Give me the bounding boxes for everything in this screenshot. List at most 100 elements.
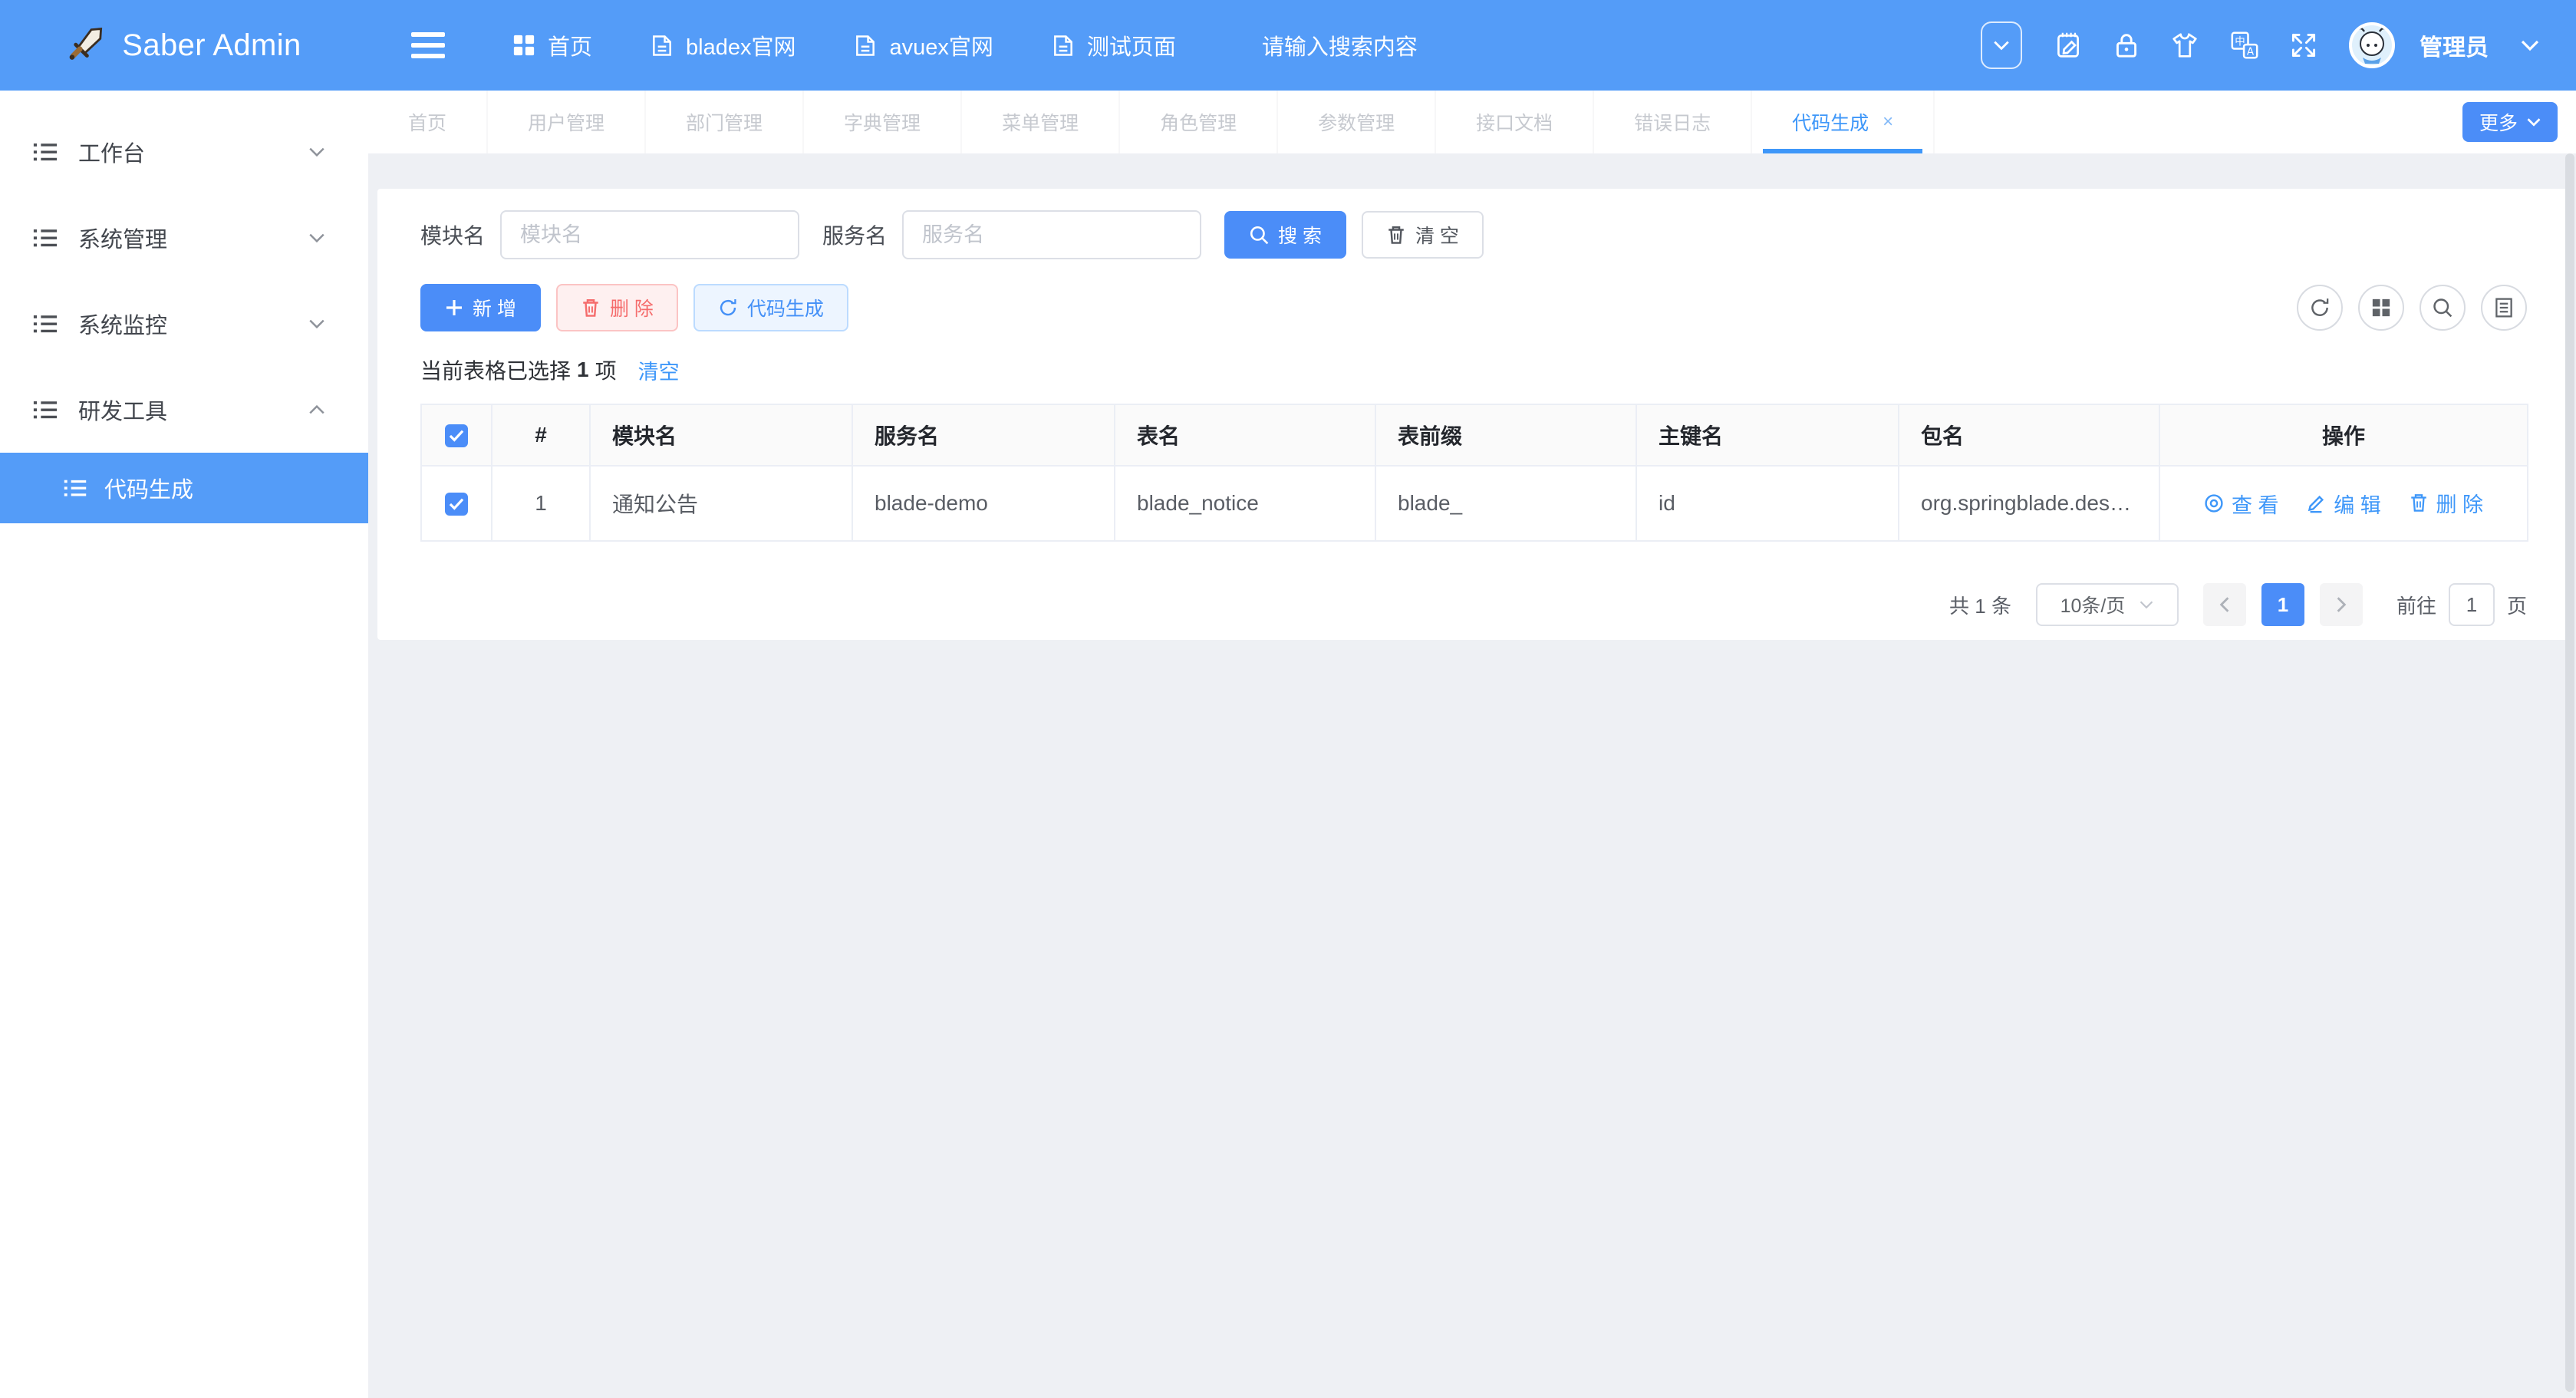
edit-link[interactable]: 编 辑 xyxy=(2306,489,2381,519)
search-button[interactable]: 搜 索 xyxy=(1224,211,1346,259)
column-settings-button[interactable] xyxy=(2358,285,2404,331)
list-icon xyxy=(63,476,87,500)
tabs-more-button[interactable]: 更多 xyxy=(2462,102,2558,142)
chevron-down-icon xyxy=(1993,40,2010,51)
topnav-item-test-page[interactable]: 测试页面 xyxy=(1052,29,1176,61)
topnav-item-bladex-site[interactable]: bladex官网 xyxy=(651,29,796,61)
document-lines-icon xyxy=(2494,297,2514,318)
top-bar-main: 首页 bladex官网 avuex官 xyxy=(368,0,2576,91)
crud-card: 模块名 服务名 搜 索 xyxy=(377,189,2570,640)
top-bar: Saber Admin 首页 xyxy=(0,0,2576,91)
user-avatar[interactable] xyxy=(2349,22,2395,68)
tab-dictionary-management[interactable]: 字典管理 xyxy=(804,91,962,153)
trash-icon xyxy=(2409,492,2429,513)
sword-logo-icon xyxy=(67,25,107,65)
table-toolbar: 新 增 删 除 代码生成 xyxy=(420,284,2527,331)
delete-link[interactable]: 删 除 xyxy=(2409,488,2484,518)
select-all-checkbox[interactable] xyxy=(445,424,468,447)
document-icon xyxy=(1052,33,1075,58)
panel-toggle-button[interactable] xyxy=(1981,21,2022,69)
delete-button[interactable]: 删 除 xyxy=(556,284,678,331)
sidebar: 工作台 系统管理 xyxy=(0,91,368,1398)
module-name-input[interactable] xyxy=(500,210,799,259)
selection-unit: 项 xyxy=(595,354,617,385)
fullscreen-icon[interactable] xyxy=(2291,32,2317,58)
debug-notepad-icon[interactable] xyxy=(2054,31,2082,60)
edit-pencil-icon xyxy=(2306,493,2326,513)
cell-actions: 查 看 编 辑 删 除 xyxy=(2159,466,2528,541)
app-logo[interactable]: Saber Admin xyxy=(0,0,368,91)
sidebar-item-system-monitor[interactable]: 系统监控 xyxy=(0,281,368,367)
row-checkbox[interactable] xyxy=(445,493,468,516)
cell-service: blade-demo xyxy=(852,466,1115,541)
table-header-row: # 模块名 服务名 表名 表前缀 主键名 包名 操作 xyxy=(421,404,2528,466)
cell-index: 1 xyxy=(492,466,590,541)
tab-close-icon[interactable]: × xyxy=(1883,111,1893,133)
tab-api-docs[interactable]: 接口文档 xyxy=(1436,91,1594,153)
column-header-package: 包名 xyxy=(1899,404,2159,466)
refresh-icon xyxy=(2309,297,2331,318)
sidebar-item-system-management[interactable]: 系统管理 xyxy=(0,195,368,281)
tab-department-management[interactable]: 部门管理 xyxy=(646,91,804,153)
tab-param-management[interactable]: 参数管理 xyxy=(1278,91,1436,153)
tab-error-log[interactable]: 错误日志 xyxy=(1594,91,1752,153)
list-icon xyxy=(32,311,58,337)
add-button[interactable]: 新 增 xyxy=(420,284,541,331)
column-header-table: 表名 xyxy=(1115,404,1375,466)
tab-role-management[interactable]: 角色管理 xyxy=(1120,91,1278,153)
selection-count: 1 xyxy=(577,358,589,382)
sidebar-item-label: 研发工具 xyxy=(78,394,167,426)
view-link[interactable]: 查 看 xyxy=(2204,489,2279,519)
cell-module: 通知公告 xyxy=(590,466,852,541)
theme-shirt-icon[interactable] xyxy=(2171,32,2199,58)
search-toggle-button[interactable] xyxy=(2420,285,2466,331)
trash-icon xyxy=(1386,224,1406,246)
code-generate-button[interactable]: 代码生成 xyxy=(693,284,848,331)
tab-menu-management[interactable]: 菜单管理 xyxy=(962,91,1120,153)
sidebar-item-label: 系统管理 xyxy=(78,222,167,254)
clear-button[interactable]: 清 空 xyxy=(1362,211,1484,259)
lock-icon[interactable] xyxy=(2114,31,2139,59)
service-name-input[interactable] xyxy=(902,210,1201,259)
selection-clear-link[interactable]: 清空 xyxy=(638,355,680,385)
cell-table-name: blade_notice xyxy=(1115,466,1375,541)
tab-code-generation[interactable]: 代码生成 × xyxy=(1752,91,1935,153)
goto-page-input[interactable] xyxy=(2449,583,2495,626)
chevron-down-icon xyxy=(308,147,325,157)
list-icon xyxy=(32,225,58,251)
topnav-item-avuex-site[interactable]: avuex官网 xyxy=(854,29,993,61)
menu-collapse-button[interactable] xyxy=(411,32,445,58)
user-name[interactable]: 管理员 xyxy=(2420,28,2489,62)
search-icon xyxy=(2432,297,2453,318)
column-header-module: 模块名 xyxy=(590,404,852,466)
svg-text:A: A xyxy=(2247,46,2255,58)
user-menu-chevron-icon[interactable] xyxy=(2521,39,2539,51)
service-name-label: 服务名 xyxy=(822,219,887,250)
language-icon[interactable]: 中 A xyxy=(2231,31,2258,59)
column-header-prefix: 表前缀 xyxy=(1375,404,1636,466)
chevron-down-icon xyxy=(2139,600,2154,609)
trash-icon xyxy=(581,297,601,318)
grid-icon xyxy=(512,34,535,57)
refresh-button[interactable] xyxy=(2297,285,2343,331)
sidebar-item-dev-tools[interactable]: 研发工具 xyxy=(0,367,368,453)
data-view-button[interactable] xyxy=(2481,285,2527,331)
goto-label: 前往 xyxy=(2396,591,2436,619)
prev-page-button[interactable] xyxy=(2203,583,2246,626)
vertical-scrollbar[interactable] xyxy=(2565,153,2574,1392)
column-header-service: 服务名 xyxy=(852,404,1115,466)
sidebar-item-workbench[interactable]: 工作台 xyxy=(0,109,368,195)
topnav-item-home[interactable]: 首页 xyxy=(512,29,592,61)
top-search-input[interactable]: 请输入搜索内容 xyxy=(1262,29,1418,61)
next-page-button[interactable] xyxy=(2320,583,2363,626)
tab-home[interactable]: 首页 xyxy=(368,91,488,153)
topnav-label: 测试页面 xyxy=(1087,29,1176,61)
column-header-actions: 操作 xyxy=(2159,404,2528,466)
current-page-button[interactable]: 1 xyxy=(2261,583,2304,626)
chevron-down-icon xyxy=(2527,117,2541,127)
tab-user-management[interactable]: 用户管理 xyxy=(488,91,646,153)
page-size-select[interactable]: 10条/页 xyxy=(2036,583,2179,626)
topnav-label: avuex官网 xyxy=(889,29,993,61)
sidebar-subitem-code-generation[interactable]: 代码生成 xyxy=(0,453,368,523)
sidebar-item-label: 系统监控 xyxy=(78,308,167,340)
